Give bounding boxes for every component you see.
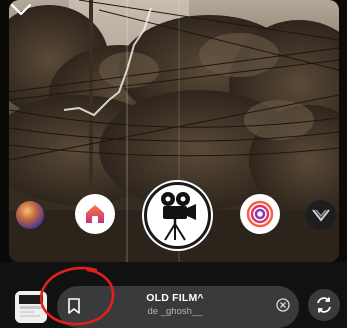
gallery-preview-image: [15, 291, 47, 323]
chevron-down-icon[interactable]: [9, 0, 33, 18]
rings-icon: [246, 200, 274, 228]
effect-artsy-button[interactable]: [16, 201, 44, 229]
effect-title: OLD FILM^: [146, 292, 204, 304]
wave-icon: [312, 209, 330, 222]
camera-screen: OLD FILM^ de _ghosh__: [0, 0, 347, 328]
effect-old-film-button[interactable]: [144, 182, 211, 249]
gallery-thumbnail[interactable]: [15, 291, 47, 323]
flip-camera-button[interactable]: [308, 289, 340, 321]
close-circle-icon[interactable]: [276, 298, 290, 312]
bookmark-icon[interactable]: [65, 296, 83, 316]
effect-home-button[interactable]: [75, 194, 115, 234]
effect-wave-button[interactable]: [306, 200, 336, 230]
film-camera-icon: [160, 191, 196, 241]
effect-rings-button[interactable]: [240, 194, 280, 234]
flip-camera-icon: [317, 297, 331, 313]
home-icon: [86, 205, 104, 223]
effect-author: de _ghosh__: [147, 306, 203, 317]
